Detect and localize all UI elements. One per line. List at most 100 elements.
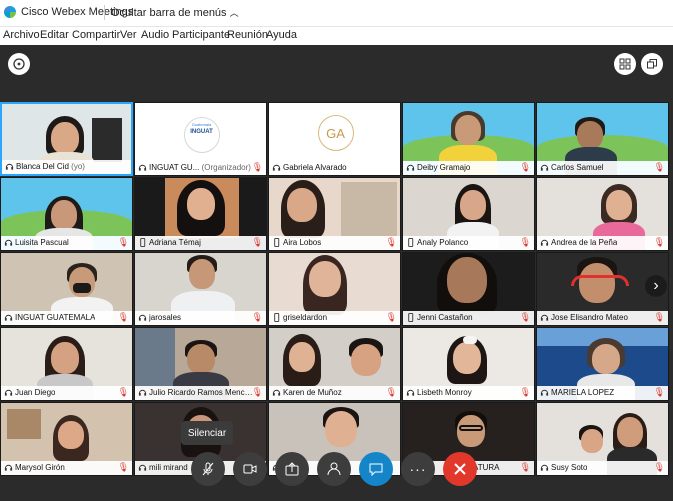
participant-name-bar: Marysol Girón 🎙 bbox=[1, 461, 132, 475]
participant-tile[interactable]: Luisita Pascual 🎙 bbox=[0, 177, 133, 251]
mute-button[interactable] bbox=[191, 452, 225, 486]
headset-icon bbox=[4, 314, 13, 321]
meeting-info-button[interactable] bbox=[8, 53, 30, 75]
chevron-up-icon: ︿ bbox=[229, 8, 239, 18]
chevron-right-icon: › bbox=[653, 277, 659, 294]
participant-tile[interactable]: Carlos Samuel 🎙 bbox=[536, 102, 669, 176]
muted-mic-icon: 🎙 bbox=[251, 312, 263, 322]
participant-tile[interactable]: Guatemala INGUAT INGUAT GU... (Organizad… bbox=[134, 102, 267, 176]
participant-tile[interactable]: Juan Diego 🎙 bbox=[0, 327, 133, 401]
headset-icon bbox=[138, 314, 147, 321]
participant-tile[interactable]: Andrea de la Peña 🎙 bbox=[536, 177, 669, 251]
participant-name: Susy Soto bbox=[551, 463, 588, 472]
participant-name-bar: Aira Lobos 🎙 bbox=[269, 236, 400, 250]
chat-button[interactable] bbox=[359, 452, 393, 486]
headset-icon bbox=[406, 389, 415, 396]
muted-mic-icon: 🎙 bbox=[653, 162, 665, 172]
mobile-phone-icon bbox=[140, 238, 146, 247]
participant-name: Blanca Del Cid bbox=[16, 162, 69, 171]
participant-tile[interactable]: griseldardon 🎙 bbox=[268, 252, 401, 326]
participant-grid: Blanca Del Cid (yo) Guatemala INGUAT ING… bbox=[0, 102, 673, 478]
participant-name: Luisita Pascual bbox=[15, 238, 69, 247]
mute-tooltip: Silenciar bbox=[181, 421, 233, 445]
participant-name-bar: Jose Elisandro Mateo 🎙 bbox=[537, 311, 668, 325]
muted-mic-icon: 🎙 bbox=[251, 162, 263, 172]
participant-tile[interactable]: Aira Lobos 🎙 bbox=[268, 177, 401, 251]
exit-fullscreen-button[interactable] bbox=[641, 53, 663, 75]
participant-tile[interactable]: Deiby Gramajo 🎙 bbox=[402, 102, 535, 176]
participant-tile[interactable]: Adriana Témaj 🎙 bbox=[134, 177, 267, 251]
share-button[interactable] bbox=[275, 452, 309, 486]
participant-tile[interactable]: MARIELA LOPEZ 🎙 bbox=[536, 327, 669, 401]
participant-tile[interactable]: Karen de Muñoz 🎙 bbox=[268, 327, 401, 401]
participant-name: mili mirand bbox=[149, 463, 188, 472]
participant-tile[interactable]: GA Gabriela Alvarado bbox=[268, 102, 401, 176]
participant-name-bar: griseldardon 🎙 bbox=[269, 311, 400, 325]
participant-tile[interactable]: Analy Polanco 🎙 bbox=[402, 177, 535, 251]
participant-tile[interactable]: Marysol Girón 🎙 bbox=[0, 402, 133, 476]
participant-tile[interactable]: Susy Soto 🎙 bbox=[536, 402, 669, 476]
muted-mic-icon: 🎙 bbox=[519, 312, 531, 322]
layout-button[interactable] bbox=[614, 53, 636, 75]
participant-tile[interactable]: Lisbeth Monroy 🎙 bbox=[402, 327, 535, 401]
participant-name: INGUAT GU... bbox=[149, 163, 200, 172]
participant-tile[interactable]: Blanca Del Cid (yo) bbox=[0, 102, 133, 176]
menu-bar: Archivo Editar Compartir Ver Audio Parti… bbox=[0, 27, 673, 45]
headset-icon bbox=[4, 239, 13, 246]
mobile-phone-icon bbox=[274, 313, 280, 322]
muted-mic-icon: 🎙 bbox=[385, 237, 397, 247]
menu-compartir[interactable]: Compartir bbox=[72, 29, 120, 41]
participant-name: Jose Elisandro Mateo bbox=[551, 313, 628, 322]
participant-tile[interactable]: jarosales 🎙 bbox=[134, 252, 267, 326]
participant-name-bar: Karen de Muñoz 🎙 bbox=[269, 386, 400, 400]
headset-icon bbox=[4, 464, 13, 471]
menu-ayuda[interactable]: Ayuda bbox=[266, 29, 297, 41]
participant-name-bar: Juan Diego 🎙 bbox=[1, 386, 132, 400]
participant-name: Gabriela Alvarado bbox=[283, 163, 347, 172]
avatar-initials: GA bbox=[317, 115, 354, 151]
participant-name-bar: Blanca Del Cid (yo) bbox=[2, 160, 131, 174]
participants-button[interactable] bbox=[317, 452, 351, 486]
microphone-muted-icon bbox=[202, 462, 214, 476]
hide-menu-button[interactable]: Ocultar barra de menús ︿ bbox=[111, 6, 239, 19]
menu-audio[interactable]: Audio bbox=[141, 29, 169, 41]
participant-tile[interactable]: Jenni Castañon 🎙 bbox=[402, 252, 535, 326]
muted-mic-icon: 🎙 bbox=[653, 312, 665, 322]
menu-participante[interactable]: Participante bbox=[172, 29, 230, 41]
person-icon bbox=[327, 462, 341, 476]
webex-logo-icon bbox=[4, 6, 16, 18]
headset-icon bbox=[138, 389, 147, 396]
muted-mic-icon: 🎙 bbox=[519, 162, 531, 172]
menu-reunion[interactable]: Reunión bbox=[227, 29, 268, 41]
participant-tile[interactable]: INGUAT GUATEMALA 🎙 bbox=[0, 252, 133, 326]
participant-name-bar: Jenni Castañon 🎙 bbox=[403, 311, 534, 325]
participant-role: (yo) bbox=[71, 162, 85, 171]
headset-icon bbox=[4, 389, 13, 396]
muted-mic-icon: 🎙 bbox=[117, 462, 129, 472]
participant-name-bar: Andrea de la Peña 🎙 bbox=[537, 236, 668, 250]
more-options-button[interactable]: ··· bbox=[401, 452, 435, 486]
participant-name: Karen de Muñoz bbox=[283, 388, 342, 397]
muted-mic-icon: 🎙 bbox=[251, 237, 263, 247]
participant-name: Lisbeth Monroy bbox=[417, 388, 472, 397]
headset-icon bbox=[540, 164, 549, 171]
menu-editar[interactable]: Editar bbox=[40, 29, 69, 41]
participant-name: Aira Lobos bbox=[283, 238, 322, 247]
participant-name-bar: Analy Polanco 🎙 bbox=[403, 236, 534, 250]
leave-meeting-button[interactable] bbox=[443, 452, 477, 486]
chat-icon bbox=[369, 463, 383, 477]
participant-name-bar: Lisbeth Monroy 🎙 bbox=[403, 386, 534, 400]
video-button[interactable] bbox=[233, 452, 267, 486]
participant-tile[interactable]: Julio Ricardo Ramos Mencos 🎙 bbox=[134, 327, 267, 401]
menu-archivo[interactable]: Archivo bbox=[3, 29, 40, 41]
title-separator bbox=[104, 5, 105, 20]
exit-fullscreen-icon bbox=[647, 59, 657, 69]
headset-icon bbox=[540, 389, 549, 396]
headset-icon bbox=[406, 164, 415, 171]
participant-name-bar: INGUAT GUATEMALA 🎙 bbox=[1, 311, 132, 325]
next-page-button[interactable]: › bbox=[645, 275, 667, 297]
participant-name-bar: jarosales 🎙 bbox=[135, 311, 266, 325]
hide-menu-label: Ocultar barra de menús bbox=[111, 7, 227, 19]
mobile-phone-icon bbox=[274, 238, 280, 247]
menu-ver[interactable]: Ver bbox=[120, 29, 137, 41]
